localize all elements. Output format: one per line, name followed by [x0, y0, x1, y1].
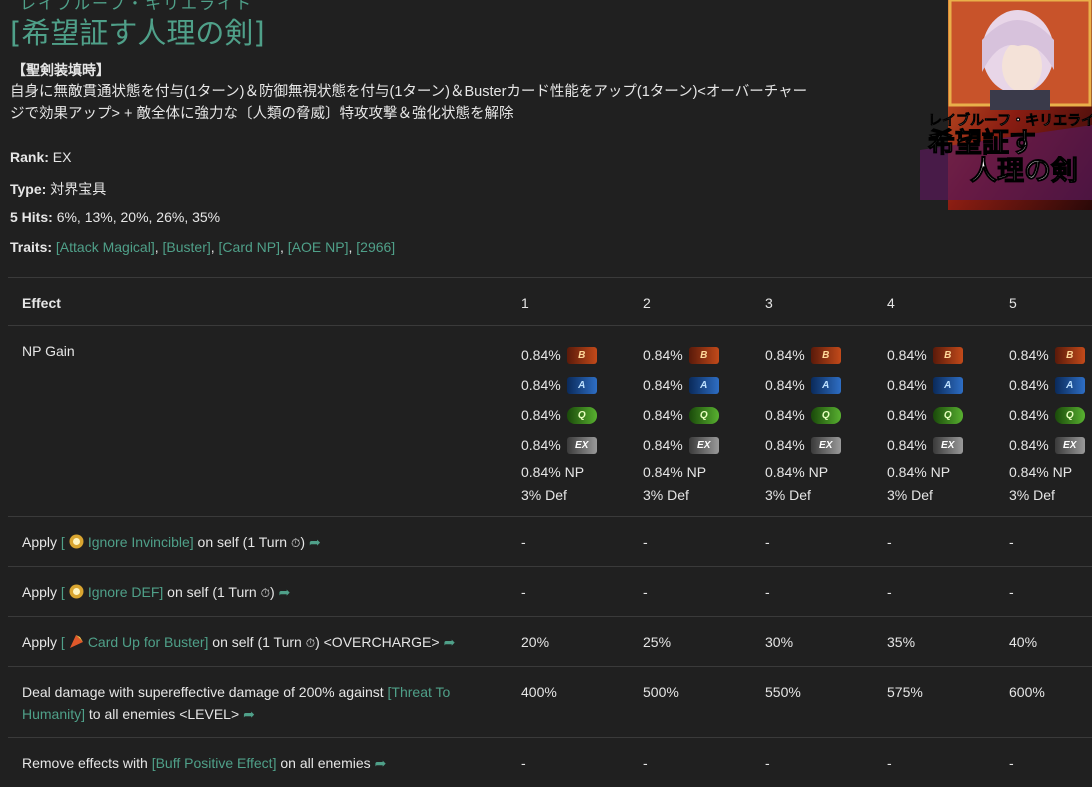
np-gain-cell: 0.84% B 0.84% A 0.84% Q 0.84% EX 0.84% NP 3%…: [521, 340, 631, 506]
np-gain-cell: 0.84% B 0.84% A 0.84% Q 0.84% EX 0.84% NP 3%…: [765, 340, 875, 506]
buster-card-icon: B: [566, 346, 597, 364]
np-condition: 【聖剣装填時】: [12, 62, 110, 78]
banner-name-line1: 希望証す: [928, 127, 1036, 159]
buster-card-icon: B: [810, 346, 841, 364]
trait-link[interactable]: [Attack Magical]: [56, 239, 155, 255]
ignore-def-link[interactable]: Ignore DEF: [88, 584, 160, 600]
turn-timer-icon: ⏱: [260, 586, 270, 600]
np-description: 自身に無敵貫通状態を付与(1ターン)＆防御無視状態を付与(1ターン)＆Buste…: [10, 84, 808, 122]
np-gain-cell: 0.84% B 0.84% A 0.84% Q 0.84% EX 0.84% NP 3%…: [643, 340, 753, 506]
card-up-buster-buff-icon: [68, 633, 85, 650]
buster-card-icon: B: [932, 346, 963, 364]
effect-label: Apply [Card Up for Buster] on self (1 Tu…: [22, 631, 502, 654]
header-level-1: 1: [521, 295, 529, 311]
buff-positive-effect-link[interactable]: [Buff Positive Effect]: [152, 755, 277, 771]
trait-link[interactable]: [AOE NP]: [288, 239, 349, 255]
header-level-2: 2: [643, 295, 651, 311]
effect-row-remove-effects: Remove effects with [Buff Positive Effec…: [8, 738, 1092, 787]
effect-row-ignore-def: Apply [Ignore DEF] on self (1 Turn ⏱) ➦ -…: [8, 567, 1092, 617]
effect-label: Remove effects with [Buff Positive Effec…: [22, 752, 502, 774]
np-gain-row: NP Gain 0.84% B 0.84% A 0.84% Q 0.84% EX 0.8…: [8, 326, 1092, 517]
trait-link[interactable]: [Buster]: [163, 239, 211, 255]
quick-card-icon: Q: [1054, 406, 1085, 424]
np-gain-cell: 0.84% B 0.84% A 0.84% Q 0.84% EX 0.84% NP 3%…: [887, 340, 997, 506]
banner-name-top: レイブルーフ・キリエライト: [928, 112, 1092, 129]
effect-label: Apply [Ignore Invincible] on self (1 Tur…: [22, 531, 502, 554]
header-level-5: 5: [1009, 295, 1017, 311]
hits-line: 5 Hits: 6%, 13%, 20%, 26%, 35%: [10, 209, 221, 225]
turn-timer-icon: ⏱: [305, 636, 316, 650]
np-gain-cell: 0.84% B 0.84% A 0.84% Q 0.84% EX 0.84% NP 3%…: [1009, 340, 1092, 506]
extra-card-icon: EX: [688, 436, 719, 454]
quick-card-icon: Q: [810, 406, 841, 424]
buster-card-icon: B: [1054, 346, 1085, 364]
arts-card-icon: A: [688, 376, 719, 394]
arts-card-icon: A: [1054, 376, 1085, 394]
share-arrow-icon[interactable]: ➦: [243, 703, 255, 725]
trait-link[interactable]: [2966]: [356, 239, 395, 255]
header-level-4: 4: [887, 295, 895, 311]
effect-row-card-up-buster: Apply [Card Up for Buster] on self (1 Tu…: [8, 617, 1092, 667]
effect-label: Apply [Ignore DEF] on self (1 Turn ⏱) ➦: [22, 581, 502, 604]
ignore-invincible-link[interactable]: Ignore Invincible: [88, 534, 190, 550]
hits-value: 6%, 13%, 20%, 26%, 35%: [56, 209, 221, 225]
trait-link[interactable]: [Card NP]: [219, 239, 280, 255]
ignore-def-buff-icon: [68, 583, 85, 600]
effect-label: Deal damage with supereffective damage o…: [22, 681, 492, 725]
traits-line: Traits: [Attack Magical], [Buster], [Car…: [10, 239, 396, 255]
effects-table: Effect 1 2 3 4 5 NP Gain 0.84% B 0.84% A 0…: [8, 277, 1092, 787]
share-arrow-icon[interactable]: ➦: [444, 631, 456, 653]
table-header-row: Effect 1 2 3 4 5: [8, 278, 1092, 326]
buster-card-icon: B: [688, 346, 719, 364]
extra-card-icon: EX: [932, 436, 963, 454]
np-gain-label: NP Gain: [22, 343, 75, 359]
effect-row-ignore-invincible: Apply [Ignore Invincible] on self (1 Tur…: [8, 517, 1092, 567]
effect-row-deal-damage: Deal damage with supereffective damage o…: [8, 667, 1092, 738]
turn-timer-icon: ⏱: [290, 536, 301, 550]
arts-card-icon: A: [932, 376, 963, 394]
np-banner-art: レイブルーフ・キリエライト 希望証す 人理の剣: [920, 0, 1092, 210]
arts-card-icon: A: [566, 376, 597, 394]
share-arrow-icon[interactable]: ➦: [279, 581, 291, 603]
quick-card-icon: Q: [688, 406, 719, 424]
card-up-buster-link[interactable]: Card Up for Buster: [88, 634, 205, 650]
ignore-invincible-buff-icon: [68, 533, 85, 550]
quick-card-icon: Q: [932, 406, 963, 424]
share-arrow-icon[interactable]: ➦: [375, 752, 387, 774]
arts-card-icon: A: [810, 376, 841, 394]
extra-card-icon: EX: [566, 436, 597, 454]
extra-card-icon: EX: [1054, 436, 1085, 454]
type-value: 対界宝具: [50, 181, 107, 197]
extra-card-icon: EX: [810, 436, 841, 454]
banner-name-line2: 人理の剣: [970, 156, 1078, 187]
share-arrow-icon[interactable]: ➦: [309, 531, 321, 553]
header-effect: Effect: [22, 295, 61, 311]
header-level-3: 3: [765, 295, 773, 311]
type-line: Type: 対界宝具: [10, 181, 107, 197]
rank-value: EX: [52, 149, 72, 165]
rank-line: Rank: EX: [10, 149, 72, 165]
np-banner-image: レイブルーフ・キリエライト 希望証す 人理の剣: [920, 0, 1092, 210]
noble-phantasm-title: [希望証す人理の剣]: [10, 16, 265, 50]
quick-card-icon: Q: [566, 406, 597, 424]
